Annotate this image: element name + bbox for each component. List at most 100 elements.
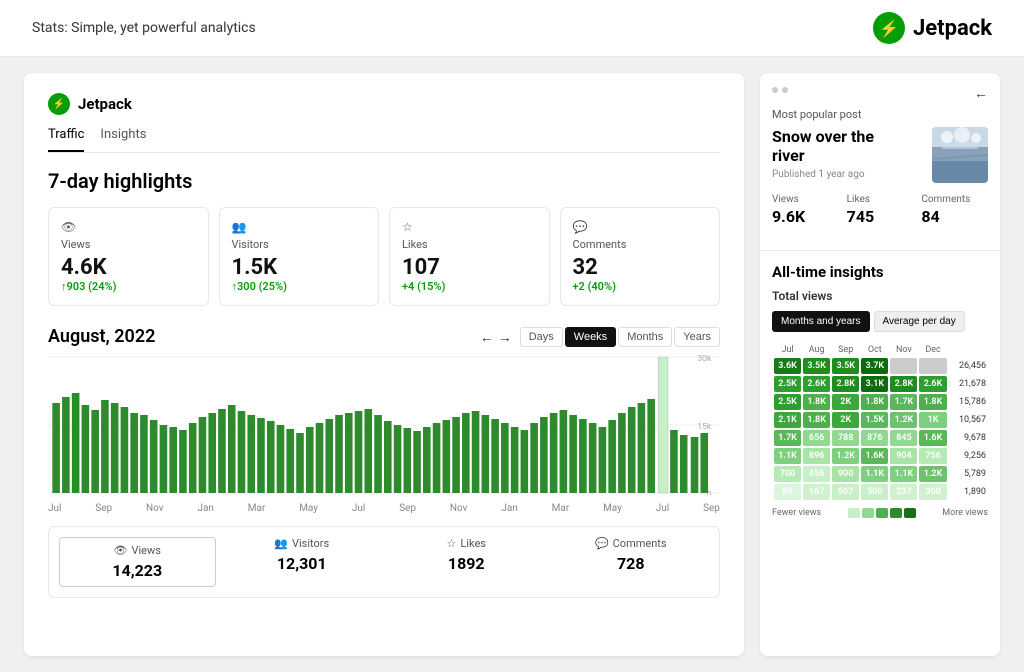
heatmap-cell: 3.7K (861, 358, 888, 374)
snow-thumbnail-image (932, 127, 988, 183)
post-stat-views: Views 9.6K (772, 194, 839, 226)
heatmap-cell: 896 (803, 448, 830, 464)
heatmap-cell: 904 (890, 448, 917, 464)
heatmap-cell: 2.5K (774, 394, 801, 410)
heatmap-cell: 900 (832, 466, 859, 482)
top-bar: Stats: Simple, yet powerful analytics ⚡ … (0, 0, 1024, 57)
total-comments: 💬 Comments 728 (553, 537, 710, 587)
bar-chart-svg: 30k 15k 0 (48, 355, 720, 495)
svg-text:15k: 15k (697, 422, 712, 432)
total-views-value: 14,223 (66, 561, 209, 580)
heatmap-cell: 1.7K (774, 430, 801, 446)
heatmap-cell: 3.6K (774, 358, 801, 374)
heatmap-cell: 2.6K (803, 376, 830, 392)
heatmap-cell: 1.1K (861, 466, 888, 482)
heatmap-cell: 845 (890, 430, 917, 446)
right-panel: ← Most popular post Snow over theriver P… (760, 73, 1000, 656)
total-likes: ☆ Likes 1892 (388, 537, 545, 587)
heatmap-header-aug: Aug (803, 344, 830, 356)
chart-navigation: ← → (480, 329, 512, 345)
heatmap-cell: 1K (919, 412, 946, 428)
heatmap-cell: 3.5K (832, 358, 859, 374)
heatmap-cell: 656 (803, 430, 830, 446)
heatmap-total-cell: 1,890 (949, 484, 986, 500)
heatmap-total-cell: 21,678 (949, 376, 986, 392)
legend-more-label: More views (942, 508, 988, 518)
visitors-icon: 👥 (232, 220, 367, 234)
views-icon: 👁 (61, 220, 196, 234)
stats-cards: 👁 Views 4.6K ↑903 (24%) 👥 Visitors 1.5K … (48, 207, 720, 306)
heatmap-cell: 500 (861, 484, 888, 500)
period-years-button[interactable]: Years (674, 327, 720, 347)
likes-value: 107 (402, 255, 537, 280)
heatmap-cell: 2.6K (919, 376, 946, 392)
period-weeks-button[interactable]: Weeks (565, 327, 616, 347)
heatmap-cell: 1.8K (861, 394, 888, 410)
months-years-button[interactable]: Months and years (772, 311, 870, 332)
likes-icon: ☆ (402, 220, 537, 234)
heatmap-cell: 1.1K (774, 448, 801, 464)
heatmap-cell: 1.8K (803, 412, 830, 428)
heatmap-total-cell: 9,256 (949, 448, 986, 464)
stat-card-comments: 💬 Comments 32 +2 (40%) (560, 207, 721, 306)
insights-title: All-time insights (772, 263, 988, 281)
heatmap-header-sep: Sep (832, 344, 859, 356)
total-likes-value: 1892 (388, 554, 545, 573)
heatmap-total-cell: 26,456 (949, 358, 986, 374)
total-visitors-value: 12,301 (224, 554, 381, 573)
heatmap-cell: 876 (861, 430, 888, 446)
popular-post-info: Snow over theriver Published 1 year ago (772, 127, 874, 188)
post-comments-value: 84 (921, 207, 988, 226)
heatmap-cell: 167 (803, 484, 830, 500)
post-thumbnail (932, 127, 988, 183)
heatmap-cell: 1.8K (803, 394, 830, 410)
views-change: ↑903 (24%) (61, 280, 196, 293)
post-likes-label: Likes (847, 194, 914, 205)
heatmap-cell: 3.1K (861, 376, 888, 392)
heatmap-total-cell: 15,786 (949, 394, 986, 410)
heatmap-table: Jul Aug Sep Oct Nov Dec 3.6K3.5K3.5K3.7K… (772, 342, 988, 502)
heatmap-cell: 3.5K (803, 358, 830, 374)
panel-header: ⚡ Jetpack (48, 93, 720, 115)
post-likes-value: 745 (847, 207, 914, 226)
total-visitors-label: 👥 Visitors (224, 537, 381, 550)
heatmap-cell: 2.8K (832, 376, 859, 392)
visitors-value: 1.5K (232, 255, 367, 280)
jetpack-bolt-icon: ⚡ (873, 12, 905, 44)
likes-label: Likes (402, 238, 537, 251)
popular-post-label: Most popular post (772, 108, 988, 121)
heatmap-cell: 2K (832, 394, 859, 410)
heatmap-cell (890, 358, 917, 374)
heatmap-cell: 89 (774, 484, 801, 500)
tab-traffic[interactable]: Traffic (48, 127, 84, 152)
total-comments-value: 728 (553, 554, 710, 573)
main-content: ⚡ Jetpack Traffic Insights 7-day highlig… (0, 57, 1024, 672)
legend-mid-light (862, 508, 874, 518)
chart-x-labels: JulSepNovJanMar MayJulSepNovJan MarMayJu… (48, 503, 720, 514)
mobile-dots (772, 87, 788, 93)
stat-card-visitors: 👥 Visitors 1.5K ↑300 (25%) (219, 207, 380, 306)
total-comments-label: 💬 Comments (553, 537, 710, 550)
chart-totals: 👁 Views 14,223 👥 Visitors 12,301 ☆ Likes… (48, 526, 720, 598)
page-title: Stats: Simple, yet powerful analytics (32, 20, 256, 36)
mobile-back-arrow[interactable]: ← (974, 85, 988, 102)
chart-header: August, 2022 ← → Days Weeks Months Years (48, 326, 720, 347)
chart-prev-button[interactable]: ← (480, 329, 494, 345)
period-months-button[interactable]: Months (618, 327, 672, 347)
dot-2 (782, 87, 788, 93)
chart-next-button[interactable]: → (498, 329, 512, 345)
tabs: Traffic Insights (48, 127, 720, 153)
period-days-button[interactable]: Days (520, 327, 563, 347)
heatmap-cell: 1.6K (861, 448, 888, 464)
tab-insights[interactable]: Insights (100, 127, 146, 152)
heatmap-cell: 788 (832, 430, 859, 446)
views-label: Views (61, 238, 196, 251)
comments-value: 32 (573, 255, 708, 280)
total-visitors-icon: 👥 (274, 537, 288, 550)
heatmap-cell: 1.1K (890, 466, 917, 482)
heatmap-cell: 2.1K (774, 412, 801, 428)
avg-per-day-button[interactable]: Average per day (874, 311, 965, 332)
views-value: 4.6K (61, 255, 196, 280)
brand-name: Jetpack (913, 16, 992, 41)
comments-change: +2 (40%) (573, 280, 708, 293)
